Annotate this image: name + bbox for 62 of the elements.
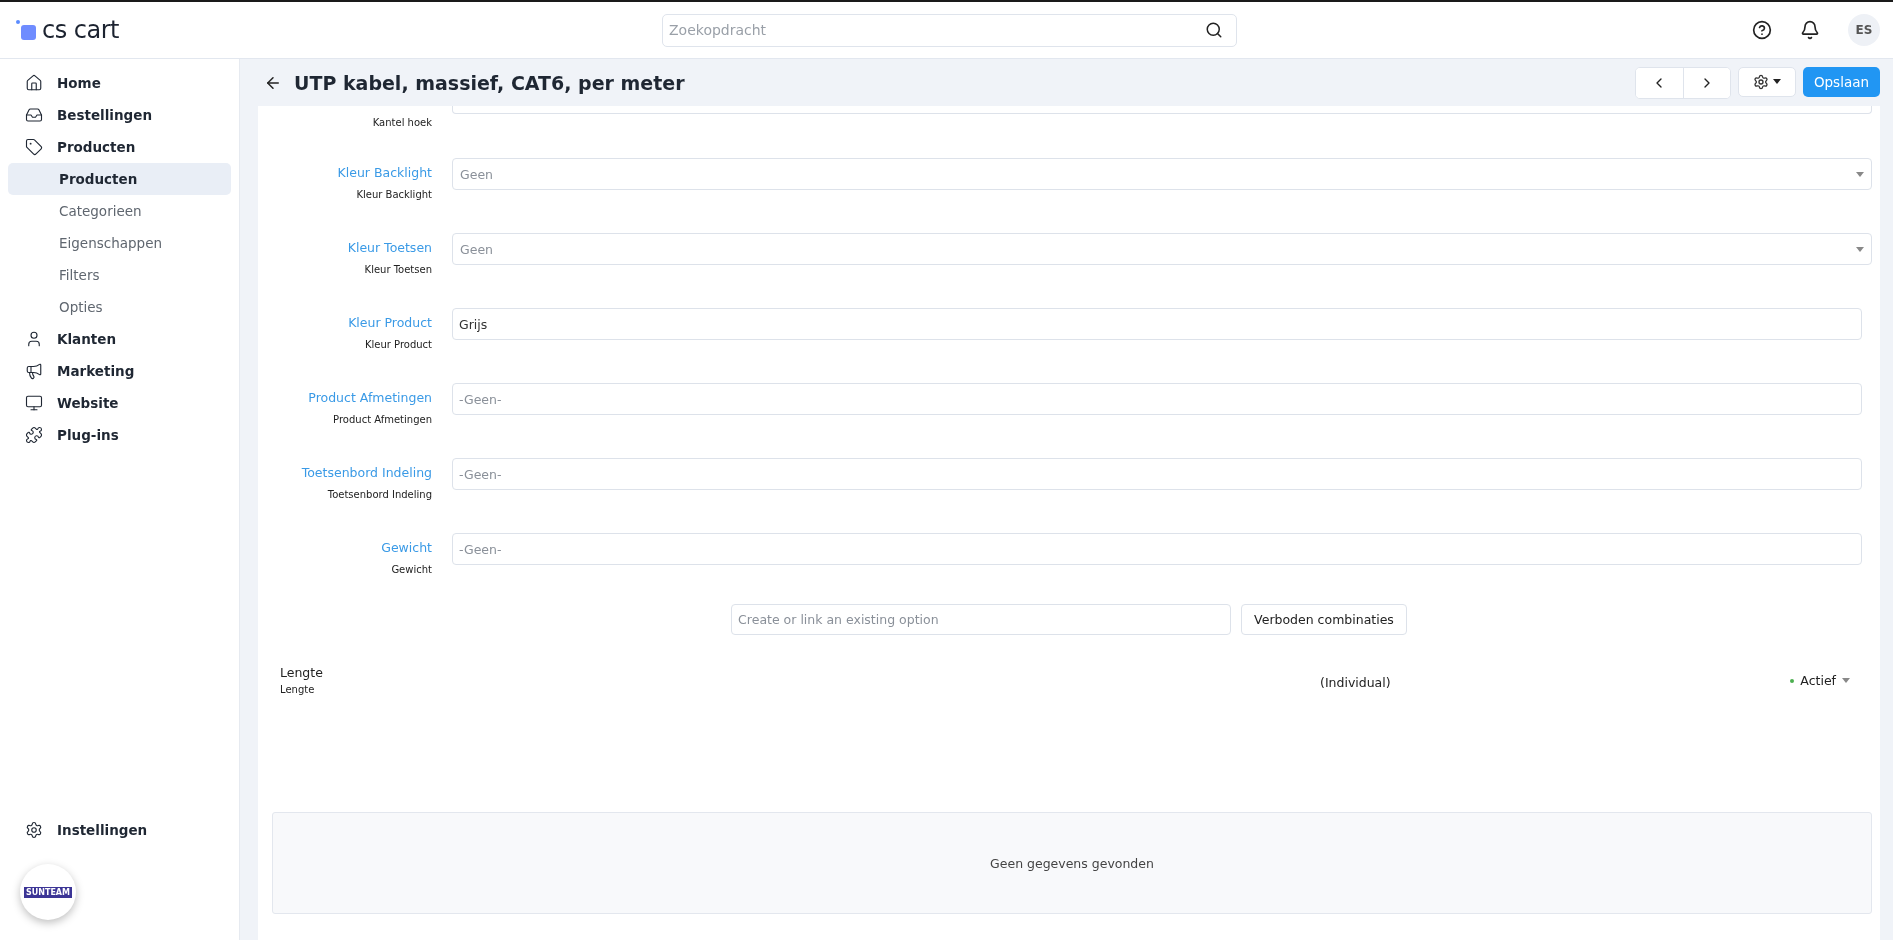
status-dropdown[interactable]: Actief: [1790, 673, 1850, 688]
option-name: Lengte: [280, 664, 324, 682]
field-sublabel: Kleur Backlight: [356, 188, 432, 202]
settings-dropdown-button[interactable]: [1737, 66, 1796, 97]
field-sublabel: Product Afmetingen: [333, 413, 432, 427]
settings-icon: [1752, 73, 1769, 90]
logo-icon: [16, 20, 36, 40]
field-label: Kleur Product: [348, 314, 432, 332]
sidebar-item[interactable]: Marketing: [8, 355, 231, 387]
caret-icon: [1842, 678, 1850, 683]
sidebar-item[interactable]: Klanten: [8, 323, 231, 355]
nav-icon: [25, 362, 43, 380]
caret-icon: [1856, 246, 1864, 252]
store-logo[interactable]: SUNTEAM: [20, 864, 76, 920]
sidebar-item[interactable]: Home: [8, 67, 231, 99]
store-logo-text: SUNTEAM: [24, 886, 72, 898]
input-field[interactable]: Grijs: [452, 308, 1862, 340]
sidebar-item[interactable]: Producten: [8, 131, 231, 163]
nav-icon: [25, 330, 43, 348]
nav-icon: [25, 426, 43, 444]
select-field[interactable]: [452, 106, 1872, 114]
settings-item[interactable]: Instellingen: [8, 814, 231, 846]
sidebar-item[interactable]: Plug-ins: [8, 419, 231, 451]
help-icon[interactable]: [1752, 20, 1772, 40]
input-field[interactable]: -Geen-: [452, 533, 1862, 565]
user-avatar[interactable]: ES: [1848, 14, 1880, 46]
sidebar-subitem[interactable]: Categorieen: [8, 195, 231, 227]
field-sublabel: Toetsenbord Indeling: [327, 488, 432, 502]
sidebar-subitem[interactable]: Opties: [8, 291, 231, 323]
logo-text: cs cart: [42, 16, 119, 44]
field-label: Gewicht: [381, 539, 432, 557]
settings-icon: [25, 821, 43, 839]
option-type: (Individual): [1320, 674, 1391, 692]
nav-icon: [25, 106, 43, 124]
caret-icon: [1856, 171, 1864, 177]
search-field[interactable]: Zoekopdracht: [662, 13, 1237, 47]
input-field[interactable]: -Geen-: [452, 458, 1862, 490]
notification-icon[interactable]: [1800, 20, 1820, 40]
page-title: UTP kabel, massief, CAT6, per meter: [294, 71, 685, 94]
caret-icon: [1772, 79, 1781, 84]
empty-message: Geen gegevens gevonden: [272, 812, 1872, 914]
option-sublabel: Lengte: [280, 683, 316, 697]
sidebar-subitem[interactable]: Producten: [8, 163, 231, 195]
field-sublabel: Gewicht: [391, 563, 432, 577]
sidebar-subitem[interactable]: Filters: [8, 259, 231, 291]
sidebar-item[interactable]: Bestellingen: [8, 99, 231, 131]
field-sublabel: Kantel hoek: [372, 116, 432, 130]
nav-icon: [25, 74, 43, 92]
field-label: Toetsenbord Indeling: [301, 464, 432, 482]
option-search-field[interactable]: Create or link an existing option: [731, 604, 1232, 635]
field-label: Kleur Toetsen: [347, 239, 432, 257]
sidebar-item[interactable]: Website: [8, 387, 231, 419]
field-sublabel: Kleur Toetsen: [364, 263, 432, 277]
field-label: Product Afmetingen: [308, 389, 432, 407]
nav-icon: [25, 394, 43, 412]
nav-icon: [25, 138, 43, 156]
field-label: Kleur Backlight: [337, 164, 432, 182]
field-sublabel: Kleur Product: [364, 338, 432, 352]
sidebar-subitem[interactable]: Eigenschappen: [8, 227, 231, 259]
search-icon[interactable]: [1205, 20, 1223, 39]
input-field[interactable]: -Geen-: [452, 383, 1862, 415]
forbidden-combinations-button[interactable]: Verboden combinaties: [1241, 604, 1407, 635]
